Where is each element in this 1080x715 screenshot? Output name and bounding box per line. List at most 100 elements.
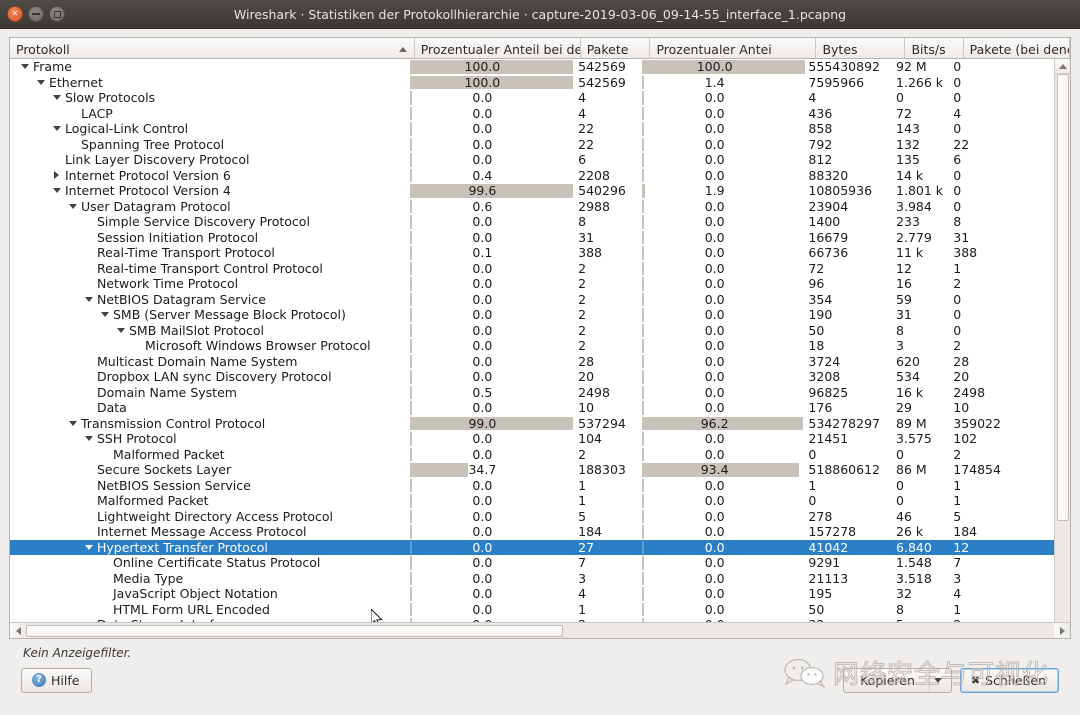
percent-value: 0.0	[642, 447, 806, 462]
table-row[interactable]: SMB MailSlot Protocol0.020.05080	[10, 323, 1055, 339]
table-row[interactable]: Transmission Control Protocol99.05372949…	[10, 416, 1055, 432]
table-row[interactable]: Network Time Protocol0.020.096162	[10, 276, 1055, 292]
table-row[interactable]: Real-Time Transport Protocol0.13880.0667…	[10, 245, 1055, 261]
scroll-up-button[interactable]	[1055, 59, 1071, 74]
cell-percent-bytes: 100.0	[642, 59, 806, 75]
table-row[interactable]: Secure Sockets Layer34.718830393.4518860…	[10, 462, 1055, 478]
expand-collapse-open-icon[interactable]	[18, 60, 31, 73]
table-row[interactable]: Data0.0100.01762910	[10, 400, 1055, 416]
table-row[interactable]: NetBIOS Session Service0.010.0101	[10, 478, 1055, 494]
vertical-scroll-track[interactable]	[1055, 74, 1071, 623]
table-row[interactable]: JavaScript Object Notation0.040.0195324	[10, 586, 1055, 602]
vertical-scrollbar[interactable]	[1054, 59, 1070, 638]
maximize-window-button[interactable]	[49, 6, 65, 22]
expand-collapse-open-icon[interactable]	[34, 76, 47, 89]
table-row[interactable]: Internet Message Access Protocol0.01840.…	[10, 524, 1055, 540]
minimize-window-button[interactable]	[28, 6, 44, 22]
table-row[interactable]: Slow Protocols0.040.0400	[10, 90, 1055, 106]
table-row[interactable]: User Datagram Protocol0.629880.0239043.9…	[10, 199, 1055, 215]
cell-protocol: Hypertext Transfer Protocol	[10, 540, 410, 556]
close-window-button[interactable]: ✕	[7, 6, 23, 22]
expand-collapse-closed-icon[interactable]	[50, 169, 63, 182]
table-row[interactable]: Logical-Link Control0.0220.08581430	[10, 121, 1055, 137]
column-header-endpackets[interactable]: Pakete (bei denen (	[964, 38, 1070, 58]
expand-collapse-open-icon[interactable]	[82, 432, 95, 445]
cell-packets: 2498	[573, 385, 642, 401]
cell-percent-bytes: 0.0	[642, 121, 806, 137]
column-header-bytes[interactable]: Bytes	[816, 38, 905, 58]
table-row[interactable]: LACP0.040.0436724	[10, 106, 1055, 122]
expand-collapse-open-icon[interactable]	[50, 184, 63, 197]
table-row[interactable]: Media Type0.030.0211133.5183	[10, 571, 1055, 587]
vertical-scroll-thumb[interactable]	[1057, 74, 1069, 521]
expand-collapse-open-icon[interactable]	[50, 122, 63, 135]
copy-dropdown-button[interactable]	[929, 669, 951, 692]
expand-collapse-open-icon[interactable]	[98, 308, 111, 321]
table-row[interactable]: Domain Name System0.524980.09682516 k249…	[10, 385, 1055, 401]
column-header-packets[interactable]: Pakete	[581, 38, 651, 58]
horizontal-scroll-thumb[interactable]	[26, 625, 563, 637]
expand-collapse-open-icon[interactable]	[82, 293, 95, 306]
table-row[interactable]: Lightweight Directory Access Protocol0.0…	[10, 509, 1055, 525]
table-row[interactable]: Malformed Packet0.010.0001	[10, 493, 1055, 509]
expand-collapse-open-icon[interactable]	[66, 417, 79, 430]
cell-bytes: 18	[805, 338, 893, 354]
cell-packets: 27	[573, 540, 642, 556]
scroll-right-button[interactable]	[1054, 623, 1070, 639]
column-header-pct_bytes[interactable]: Prozentualer Antei	[650, 38, 816, 58]
table-row[interactable]: Ethernet100.05425691.475959661.266 k0	[10, 75, 1055, 91]
help-button[interactable]: ? Hilfe	[21, 668, 92, 693]
table-row[interactable]: Internet Protocol Version 499.65402961.9…	[10, 183, 1055, 199]
cell-protocol: HTML Form URL Encoded	[10, 602, 410, 618]
cell-bits-per-second: 46	[893, 509, 950, 525]
expand-collapse-open-icon[interactable]	[50, 91, 63, 104]
cell-bytes: 96	[805, 276, 893, 292]
percent-value: 0.0	[410, 90, 574, 105]
cell-end-packets: 0	[950, 292, 1055, 308]
table-row[interactable]: Dropbox LAN sync Discovery Protocol0.020…	[10, 369, 1055, 385]
table-row[interactable]: Online Certificate Status Protocol0.070.…	[10, 555, 1055, 571]
table-row[interactable]: HTML Form URL Encoded0.010.05081	[10, 602, 1055, 618]
table-row[interactable]: Simple Service Discovery Protocol0.080.0…	[10, 214, 1055, 230]
tree-spacer	[82, 370, 95, 383]
cell-percent-bytes: 0.0	[642, 369, 806, 385]
cell-packets: 4	[573, 90, 642, 106]
cell-bytes: 1400	[805, 214, 893, 230]
percent-value: 0.0	[642, 106, 806, 121]
horizontal-scrollbar[interactable]	[10, 622, 1070, 638]
table-row[interactable]: Internet Protocol Version 60.422080.0883…	[10, 168, 1055, 184]
expand-collapse-open-icon[interactable]	[114, 324, 127, 337]
expand-collapse-open-icon[interactable]	[82, 541, 95, 554]
table-row[interactable]: Microsoft Windows Browser Protocol0.020.…	[10, 338, 1055, 354]
table-row[interactable]: SMB (Server Message Block Protocol)0.020…	[10, 307, 1055, 323]
percent-value: 0.0	[642, 292, 806, 307]
table-row[interactable]: Multicast Domain Name System0.0280.03724…	[10, 354, 1055, 370]
copy-button[interactable]: Kopieren	[843, 668, 952, 693]
column-header-bits[interactable]: Bits/s	[905, 38, 963, 58]
close-button[interactable]: ✖ Schließen	[960, 668, 1059, 693]
table-row[interactable]: Spanning Tree Protocol0.0220.079213222	[10, 137, 1055, 153]
scroll-left-button[interactable]	[10, 623, 26, 639]
table-row-selected[interactable]: Hypertext Transfer Protocol0.0270.041042…	[10, 540, 1055, 556]
expand-collapse-open-icon[interactable]	[66, 200, 79, 213]
cell-bits-per-second: 0	[893, 90, 950, 106]
table-row[interactable]: Frame100.0542569100.055543089292 M0	[10, 59, 1055, 75]
percent-value: 0.0	[642, 137, 806, 152]
percent-value: 0.0	[642, 571, 806, 586]
protocol-name: Malformed Packet	[111, 447, 225, 462]
table-row[interactable]: Session Initiation Protocol0.0310.016679…	[10, 230, 1055, 246]
percent-value: 93.4	[642, 462, 806, 477]
table-row[interactable]: Link Layer Discovery Protocol0.060.08121…	[10, 152, 1055, 168]
table-row[interactable]: Real-time Transport Control Protocol0.02…	[10, 261, 1055, 277]
cell-protocol: Media Type	[10, 571, 410, 587]
cell-protocol: Malformed Packet	[10, 447, 410, 463]
tree-spacer	[98, 603, 111, 616]
column-header-protocol[interactable]: Protokoll	[10, 38, 415, 58]
table-row[interactable]: NetBIOS Datagram Service0.020.0354590	[10, 292, 1055, 308]
table-rows-viewport[interactable]: Frame100.0542569100.055543089292 M0Ether…	[10, 59, 1070, 622]
horizontal-scroll-track[interactable]	[26, 623, 1054, 639]
table-row[interactable]: Malformed Packet0.020.0002	[10, 447, 1055, 463]
table-row[interactable]: SSH Protocol0.01040.0214513.575102	[10, 431, 1055, 447]
cell-end-packets: 10	[950, 400, 1055, 416]
column-header-pct_packets[interactable]: Prozentualer Anteil bei de	[415, 38, 581, 58]
